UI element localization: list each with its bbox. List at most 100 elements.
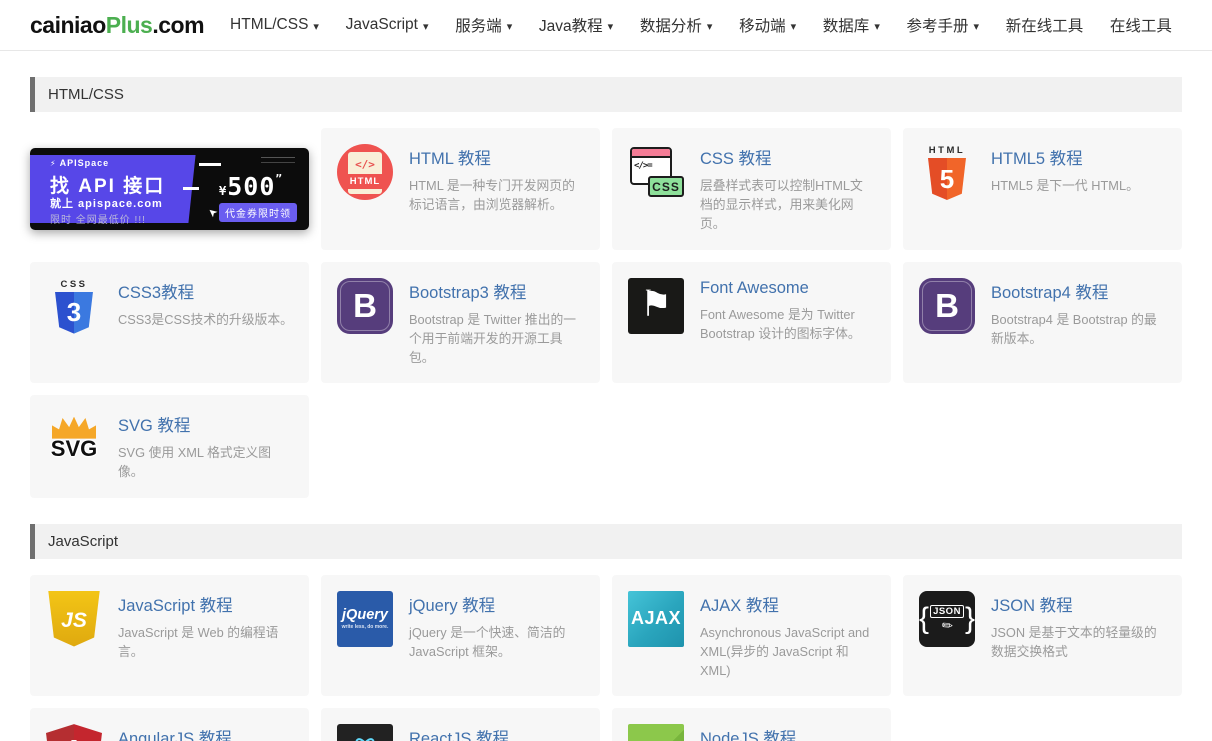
nav-item-server-side[interactable]: 服务端 ▾ <box>445 8 522 42</box>
card-html5[interactable]: HTML 5 HTML5 教程 HTML5 是下一代 HTML。 <box>903 128 1182 250</box>
card-title: HTML 教程 <box>409 150 491 168</box>
nav-item-label: 数据分析 <box>639 18 702 35</box>
card-jquery[interactable]: jQuery write less, do more. jQuery 教程 jQuer… <box>321 574 600 697</box>
card-bootstrap4[interactable]: B Bootstrap4 教程 Bootstrap4 是 Bootstrap 的最新… <box>903 261 1182 384</box>
card-description: Bootstrap 是 Twitter 推出的一个用于前端开发的开源工具包。 <box>409 311 577 365</box>
javascript-shield-icon: JS <box>48 590 100 647</box>
top-navbar: cainiaoPlus.com HTML/CSS ▾ JavaScript ▾ 服务端 ▾… <box>0 0 1212 51</box>
nav-item-reference[interactable]: 参考手册 ▾ <box>897 8 990 42</box>
logo-part-black: cainiao <box>30 11 106 38</box>
shield-number: 3 <box>55 291 93 334</box>
card-body: jQuery 教程 jQuery 是一个快速、简洁的 JavaScript 框架。 <box>409 591 584 661</box>
react-atom-svg <box>355 738 375 741</box>
card-title: HTML5 教程 <box>991 150 1083 168</box>
card-font-awesome[interactable]: ⚑ Font Awesome Font Awesome 是为 Twitter Boo… <box>612 261 891 384</box>
card-body: Bootstrap3 教程 Bootstrap 是 Twitter 推出的一个用于… <box>409 278 584 368</box>
card-ajax[interactable]: AJAX AJAX 教程 Asynchronous JavaScript and X… <box>612 574 891 697</box>
card-description: JavaScript 是 Web 的编程语言。 <box>118 624 279 659</box>
html5-shield-icon: HTML 5 <box>919 144 975 200</box>
price-tick: ” <box>275 171 283 185</box>
site-logo[interactable]: cainiaoPlus.com <box>30 11 205 39</box>
flag-icon: ⚑ <box>628 277 684 334</box>
section-header-javascript: JavaScript <box>30 523 1182 559</box>
code-glyph: </> <box>355 157 375 171</box>
ad-brand-name: APISpace <box>59 157 110 168</box>
card-title: SVG 教程 <box>118 417 191 436</box>
card-javascript[interactable]: JS JavaScript 教程 JavaScript 是 Web 的编程语言。 <box>30 574 309 697</box>
section-title: HTML/CSS <box>48 86 124 103</box>
cursor-icon: ➤ <box>205 204 221 220</box>
card-css[interactable]: </>= CSS CSS 教程层叠样式表可以控制HTML文档的显示样式，用来美化网页… <box>612 128 891 250</box>
card-title: AJAX 教程 <box>700 596 779 615</box>
flag-glyph: ⚑ <box>639 282 673 324</box>
card-html[interactable]: </> HTML HTML 教程 HTML 是一种专门开发网页的标记语言，由浏览器解析… <box>321 128 600 250</box>
card-title: CSS3教程 <box>118 283 195 302</box>
nav-item-label: 数据库 <box>822 18 870 35</box>
jquery-icon: jQuery write less, do more. <box>337 590 393 647</box>
currency-symbol: ¥ <box>218 183 228 198</box>
ad-decor-dash <box>199 162 221 166</box>
nav-item-data-analysis[interactable]: 数据分析 ▾ <box>630 8 723 42</box>
ad-banner-apispace[interactable]: ⚡ APISpace 找 API 接口 就上 apispace.com 限时 全网最低价… <box>30 147 309 230</box>
chevron-down-icon: ▾ <box>313 20 319 33</box>
card-title: NodeJS 教程 <box>700 730 797 741</box>
html-document-icon: </> HTML <box>337 144 393 200</box>
nav-item-javascript[interactable]: JavaScript ▾ <box>336 10 439 40</box>
ad-headline: 找 API 接口 <box>50 175 166 197</box>
card-svg[interactable]: SVG SVG 教程 SVG 使用 XML 格式定义图像。 <box>30 395 309 498</box>
card-body: CSS 教程层叠样式表可以控制HTML文档的显示样式，用来美化网页。 <box>700 144 875 234</box>
card-title: AngularJS 教程 <box>118 730 232 741</box>
code-glyph: </>= <box>634 161 653 171</box>
section-header-html-css: HTML/CSS <box>30 77 1182 112</box>
section-title: JavaScript <box>48 532 119 550</box>
chevron-down-icon: ▾ <box>607 20 614 33</box>
ajax-letters: AJAX <box>630 608 681 628</box>
card-grid-html-css: ⚡ APISpace 找 API 接口 就上 apispace.com 限时 全网最低价… <box>30 128 1182 498</box>
nav-item-label: HTML/CSS <box>230 16 309 33</box>
nav-item-new-online-tools[interactable]: 新在线工具 <box>996 8 1094 42</box>
card-body: SVG 教程 SVG 使用 XML 格式定义图像。 <box>118 411 293 481</box>
nav-item-mobile[interactable]: 移动端 ▾ <box>729 8 806 42</box>
ad-note: 限时 全网最低价 !!! <box>50 214 146 226</box>
nav-item-online-tools[interactable]: 在线工具 <box>1100 8 1182 42</box>
card-css3[interactable]: CSS 3 CSS3教程 CSS3是CSS技术的升级版本。 <box>30 261 309 384</box>
card-description: CSS3是CSS技术的升级版本。 <box>118 311 293 327</box>
card-body: Font Awesome Font Awesome 是为 Twitter Boot… <box>700 278 875 343</box>
js-letters: JS <box>61 608 87 632</box>
chevron-down-icon: ▾ <box>973 20 980 33</box>
card-description: HTML5 是下一代 HTML。 <box>991 178 1139 193</box>
css-browser-icon: </>= CSS <box>628 144 684 200</box>
css-label: CSS <box>648 176 684 197</box>
card-reactjs[interactable]: ReactJS 教程ReactJS 是一个用于构建用户界面的开源JS库。 <box>321 708 600 741</box>
card-json[interactable]: {JSON ✎} JSON 教程 JSON 是基于文本的轻量级的数据交换格式 <box>903 574 1182 697</box>
logo-part-green: Plus <box>105 11 153 38</box>
chevron-down-icon: ▾ <box>506 20 513 33</box>
nav-item-label: 新在线工具 <box>1005 18 1084 35</box>
card-nodejs[interactable]: node NodeJS 教程Node.js使用了一个事件驱动、非阻塞式I/O的模型… <box>612 708 891 741</box>
ad-coupon-badge: 代金券限时领 <box>219 202 297 222</box>
card-title: CSS 教程 <box>700 150 772 168</box>
ad-badge-wrap: ➤ 代金券限时领 <box>205 202 297 222</box>
angular-shield-icon: A <box>46 724 102 741</box>
logo-part-tld: .com <box>152 11 205 38</box>
card-bootstrap3[interactable]: B Bootstrap3 教程 Bootstrap 是 Twitter 推出的一个用… <box>321 261 600 384</box>
nav-item-database[interactable]: 数据库 ▾ <box>813 8 890 42</box>
chevron-down-icon: ▾ <box>790 20 797 33</box>
card-body: NodeJS 教程Node.js使用了一个事件驱动、非阻塞式I/O的模型。 <box>700 724 875 741</box>
card-grid-javascript: JS JavaScript 教程 JavaScript 是 Web 的编程语言。 jQ… <box>30 574 1182 741</box>
card-description: SVG 使用 XML 格式定义图像。 <box>118 445 272 480</box>
ajax-icon: AJAX <box>628 590 684 647</box>
card-angularjs[interactable]: A AngularJS 教程AngularJS 通过新的属性和表达式扩展了 HTM… <box>30 708 309 741</box>
card-description: 层叠样式表可以控制HTML文档的显示样式，用来美化网页。 <box>700 178 863 232</box>
card-body: AngularJS 教程AngularJS 通过新的属性和表达式扩展了 HTML… <box>118 724 293 741</box>
a-letter: A <box>64 734 84 741</box>
nav-item-label: JavaScript <box>345 16 418 33</box>
main-content: HTML/CSS ⚡ APISpace 找 API 接口 就上 apispace.com… <box>0 77 1212 741</box>
chevron-down-icon: ▾ <box>706 20 713 33</box>
nav-item-html-css[interactable]: HTML/CSS ▾ <box>220 10 329 40</box>
shield-top-label: HTML <box>928 145 966 156</box>
nav-item-java[interactable]: Java教程 ▾ <box>529 8 623 42</box>
card-description: Asynchronous JavaScript and XML(异步的 Java… <box>700 624 870 678</box>
ad-subline: 就上 apispace.com <box>50 197 163 210</box>
nav-item-label: 参考手册 <box>906 18 969 35</box>
